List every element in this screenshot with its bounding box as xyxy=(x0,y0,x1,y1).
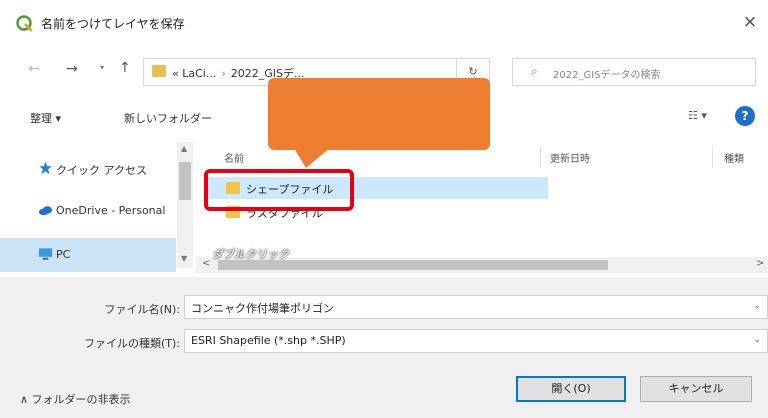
cancel-button[interactable]: キャンセル xyxy=(640,376,752,402)
filename-label: ファイル名(N): xyxy=(104,303,180,316)
hide-folders-toggle[interactable]: ∧ フォルダーの非表示 xyxy=(20,391,131,407)
breadcrumb-separator: › xyxy=(221,67,226,80)
filetype-select[interactable]: ESRI Shapefile (*.shp *.SHP) ⌄ xyxy=(184,329,768,353)
sidebar-item-onedrive[interactable]: OneDrive - Personal xyxy=(0,194,176,228)
help-icon[interactable]: ? xyxy=(735,106,755,126)
scroll-right-icon[interactable]: > xyxy=(756,258,764,269)
breadcrumb-overflow[interactable]: « xyxy=(172,67,179,80)
search-input[interactable]: ⌕ 2022_GISデータの検索 xyxy=(512,58,756,86)
scroll-down-icon[interactable]: ▼ xyxy=(181,254,187,263)
column-divider[interactable] xyxy=(540,146,541,168)
filename-value: コンニャク作付場筆ポリゴン xyxy=(191,302,334,315)
sidebar-item-label: OneDrive - Personal xyxy=(56,204,166,217)
filename-field[interactable]: コンニャク作付場筆ポリゴン ⌄ xyxy=(184,295,768,319)
navigation-pane: クイック アクセス OneDrive - Personal PC xyxy=(0,142,176,272)
forward-arrow-icon[interactable]: → xyxy=(66,61,78,77)
callout-bubble xyxy=(268,78,490,150)
sidebar-item-label: PC xyxy=(56,248,71,261)
cloud-icon xyxy=(38,206,53,216)
star-icon xyxy=(39,161,52,175)
pc-icon xyxy=(38,248,53,260)
callout-tail xyxy=(294,148,330,168)
new-folder-button[interactable]: 新しいフォルダー xyxy=(124,110,212,126)
filetype-label: ファイルの種類(T): xyxy=(83,337,180,350)
qgis-logo-icon xyxy=(16,15,33,32)
save-dialog-footer: ファイル名(N): コンニャク作付場筆ポリゴン ⌄ ファイルの種類(T): ES… xyxy=(0,277,768,418)
column-header-date[interactable]: 更新日時 xyxy=(550,150,590,165)
up-arrow-icon[interactable]: ↑ xyxy=(119,60,131,76)
scroll-left-icon[interactable]: < xyxy=(202,258,210,269)
column-header-type[interactable]: 種類 xyxy=(724,150,744,165)
chevron-down-icon[interactable]: ⌄ xyxy=(753,335,761,345)
sidebar-item-pc[interactable]: PC xyxy=(0,238,176,272)
chevron-down-icon[interactable]: ⌄ xyxy=(753,301,761,311)
scroll-up-icon[interactable]: ▲ xyxy=(181,144,187,153)
highlight-frame xyxy=(204,169,354,211)
view-options-icon[interactable]: ☷ ▾ xyxy=(688,109,707,122)
folder-icon xyxy=(152,65,166,77)
scrollbar-thumb[interactable] xyxy=(179,162,191,200)
open-button[interactable]: 開く(O) xyxy=(516,376,626,402)
back-arrow-icon[interactable]: ← xyxy=(28,61,40,77)
sidebar-item-label: クイック アクセス xyxy=(56,164,147,177)
sidebar-item-quick-access[interactable]: クイック アクセス xyxy=(0,152,176,186)
close-icon[interactable]: × xyxy=(738,12,762,34)
recent-locations-chevron-icon[interactable]: ▾ xyxy=(100,63,104,72)
filetype-value: ESRI Shapefile (*.shp *.SHP) xyxy=(191,334,346,347)
title-bar: 名前をつけてレイヤを保存 × xyxy=(0,0,768,42)
double-click-annotation: ダブルクリック xyxy=(212,248,289,261)
search-placeholder: 2022_GISデータの検索 xyxy=(553,70,661,81)
window-title: 名前をつけてレイヤを保存 xyxy=(41,17,185,31)
column-header-name[interactable]: 名前 xyxy=(224,150,244,165)
breadcrumb-segment[interactable]: LaCi... xyxy=(182,67,216,80)
organize-button[interactable]: 整理 ▾ xyxy=(30,110,61,126)
column-divider[interactable] xyxy=(712,146,713,168)
sidebar-scrollbar[interactable]: ▲ ▼ xyxy=(177,142,193,268)
search-icon: ⌕ xyxy=(531,64,538,78)
